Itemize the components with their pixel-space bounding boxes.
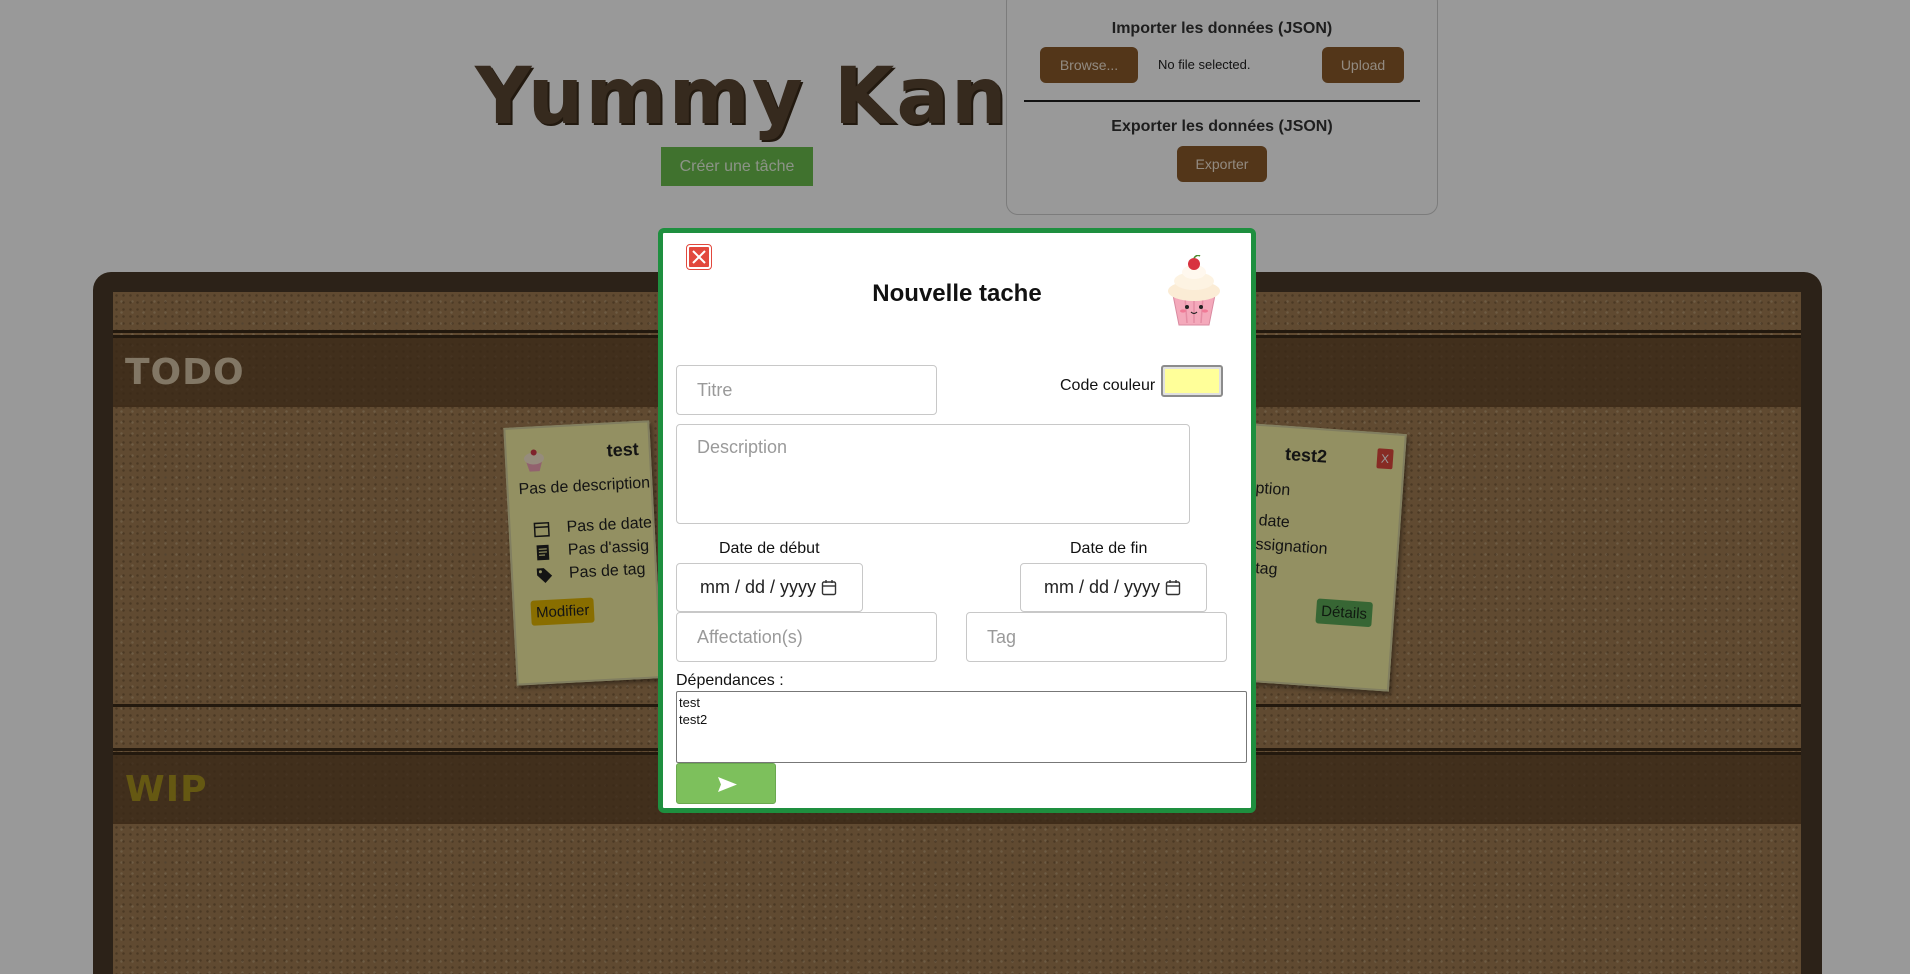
close-modal-button[interactable]: [686, 244, 712, 270]
submit-button[interactable]: [676, 763, 776, 804]
dependencies-label: Dépendances :: [676, 672, 784, 689]
dependency-option[interactable]: test2: [679, 711, 1244, 728]
color-picker[interactable]: [1161, 365, 1223, 397]
dependencies-select[interactable]: test test2: [676, 691, 1247, 763]
end-date-label: Date de fin: [1070, 540, 1148, 557]
title-input[interactable]: [676, 365, 937, 415]
assignment-input[interactable]: [676, 612, 937, 662]
send-icon: [718, 777, 737, 792]
start-date-input[interactable]: mm / dd / yyyy: [676, 563, 863, 612]
dependency-option[interactable]: test: [679, 694, 1244, 711]
start-date-label: Date de début: [719, 540, 820, 557]
color-label: Code couleur: [1060, 377, 1156, 394]
end-date-value: mm / dd / yyyy: [1044, 577, 1161, 597]
calendar-icon[interactable]: [1165, 579, 1181, 596]
cupcake-icon: [1168, 255, 1220, 326]
tag-input[interactable]: [966, 612, 1227, 662]
end-date-input[interactable]: mm / dd / yyyy: [1020, 563, 1207, 612]
calendar-icon[interactable]: [821, 579, 837, 596]
description-input[interactable]: [676, 424, 1190, 524]
start-date-value: mm / dd / yyyy: [700, 577, 817, 597]
close-icon: [692, 250, 706, 264]
new-task-modal: Nouvelle tache Code couleur Date de débu…: [658, 228, 1256, 813]
